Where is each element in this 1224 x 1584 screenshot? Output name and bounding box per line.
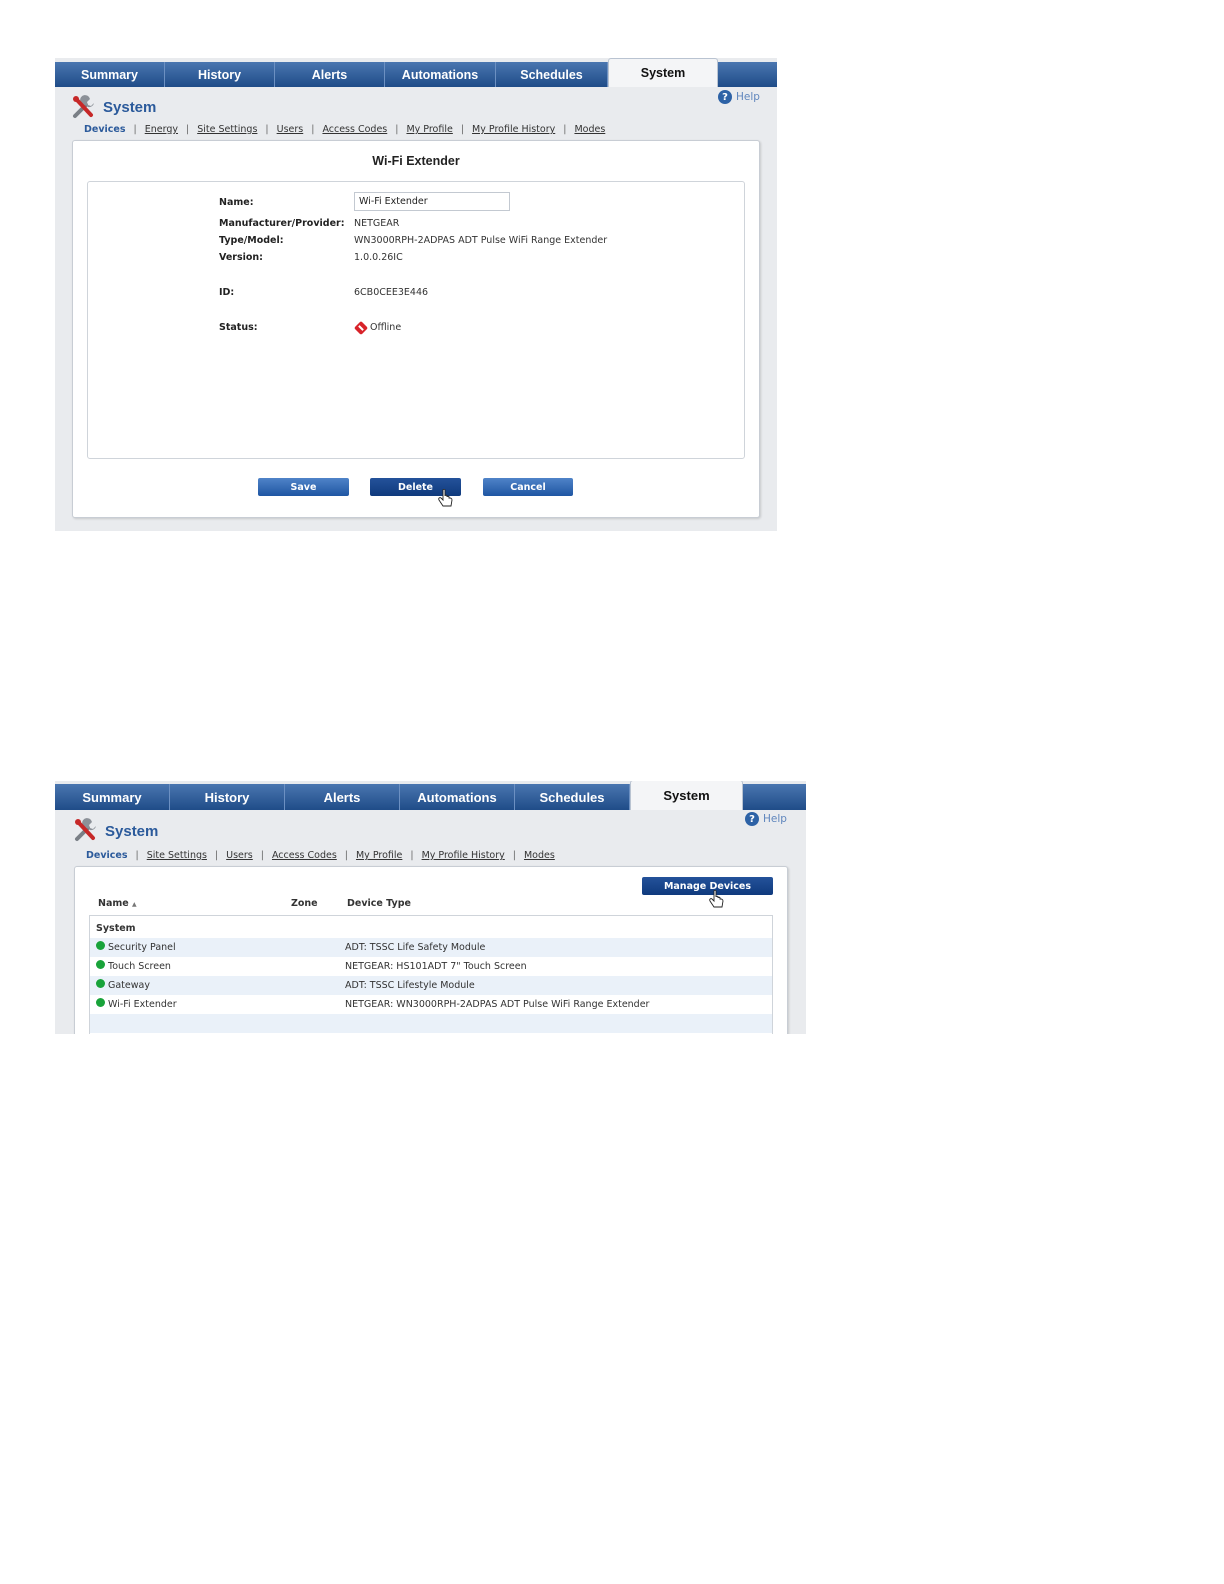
tab-history[interactable]: History — [170, 784, 285, 810]
table-row[interactable]: Security Panel ADT: TSSC Life Safety Mod… — [90, 938, 772, 957]
subnav-access-codes[interactable]: Access Codes — [322, 124, 387, 135]
tab-schedules[interactable]: Schedules — [496, 62, 608, 87]
subnav-users[interactable]: Users — [277, 124, 304, 135]
version-value: 1.0.0.26IC — [354, 252, 403, 263]
manufacturer-value: NETGEAR — [354, 218, 400, 229]
device-name-input[interactable] — [354, 192, 510, 211]
subnav-users[interactable]: Users — [226, 850, 253, 861]
type-label: Type/Model: — [219, 235, 284, 246]
manage-devices-button[interactable]: Manage Devices — [642, 877, 773, 895]
group-system-label: System — [96, 923, 136, 934]
device-list-panel: Manage Devices Name ▲ Zone Device Type S… — [74, 866, 788, 1034]
device-info-box: Name: Manufacturer/Provider: NETGEAR Typ… — [87, 181, 745, 459]
id-value: 6CB0CEE3E446 — [354, 287, 429, 298]
tab-automations[interactable]: Automations — [385, 62, 496, 87]
column-device-type-header[interactable]: Device Type — [347, 898, 411, 909]
name-label: Name: — [219, 197, 254, 208]
tab-summary[interactable]: Summary — [55, 784, 170, 810]
tab-schedules[interactable]: Schedules — [515, 784, 630, 810]
cancel-button[interactable]: Cancel — [483, 478, 573, 496]
version-label: Version: — [219, 252, 263, 263]
hand-cursor-icon — [709, 890, 724, 908]
status-label: Status: — [219, 322, 258, 333]
save-button[interactable]: Save — [258, 478, 349, 496]
device-table: System Security Panel ADT: TSSC Life Saf… — [89, 915, 773, 1034]
page-title: System — [105, 823, 159, 840]
tab-alerts[interactable]: Alerts — [275, 62, 385, 87]
status-value: Offline — [370, 322, 402, 333]
subnav-my-profile-history[interactable]: My Profile History — [422, 850, 505, 861]
help-link[interactable]: ? Help — [718, 90, 760, 104]
tab-alerts[interactable]: Alerts — [285, 784, 400, 810]
device-detail-panel: Wi-Fi Extender Name: Manufacturer/Provid… — [72, 140, 760, 518]
tab-summary[interactable]: Summary — [55, 62, 165, 87]
main-tab-bar: Summary History Alerts Automations Sched… — [55, 781, 806, 810]
tools-icon — [75, 818, 96, 841]
tab-system[interactable]: System — [630, 781, 743, 810]
device-detail-screenshot: Summary History Alerts Automations Sched… — [55, 58, 777, 531]
system-subnav: Devices | Energy | Site Settings | Users… — [84, 124, 606, 135]
table-row[interactable]: Wi-Fi Extender NETGEAR: WN3000RPH-2ADPAS… — [90, 995, 772, 1014]
id-label: ID: — [219, 287, 235, 298]
subnav-devices[interactable]: Devices — [86, 850, 128, 861]
help-icon: ? — [718, 90, 732, 104]
table-row-empty — [90, 1014, 772, 1033]
subnav-site-settings[interactable]: Site Settings — [197, 124, 257, 135]
tab-system[interactable]: System — [608, 58, 718, 87]
online-status-icon — [96, 979, 105, 988]
page-title: System — [103, 99, 157, 116]
device-list-screenshot: Summary History Alerts Automations Sched… — [55, 781, 806, 1034]
online-status-icon — [96, 941, 105, 950]
device-title: Wi-Fi Extender — [372, 154, 460, 168]
tab-automations[interactable]: Automations — [400, 784, 515, 810]
table-row[interactable]: Gateway ADT: TSSC Lifestyle Module — [90, 976, 772, 995]
table-row[interactable]: Touch Screen NETGEAR: HS101ADT 7" Touch … — [90, 957, 772, 976]
sort-ascending-icon: ▲ — [132, 901, 137, 908]
online-status-icon — [96, 998, 105, 1007]
type-value: WN3000RPH-2ADPAS ADT Pulse WiFi Range Ex… — [354, 235, 608, 246]
offline-status-icon — [353, 320, 369, 336]
column-name-header[interactable]: Name ▲ — [98, 898, 137, 909]
help-icon: ? — [745, 812, 759, 826]
help-link[interactable]: ? Help — [745, 812, 787, 826]
subnav-my-profile[interactable]: My Profile — [356, 850, 402, 861]
subnav-site-settings[interactable]: Site Settings — [147, 850, 207, 861]
tools-icon — [73, 95, 94, 118]
subnav-modes[interactable]: Modes — [574, 124, 605, 135]
main-tab-bar: Summary History Alerts Automations Sched… — [55, 58, 777, 87]
subnav-my-profile[interactable]: My Profile — [406, 124, 452, 135]
column-zone-header[interactable]: Zone — [291, 898, 318, 909]
subnav-energy[interactable]: Energy — [145, 124, 178, 135]
manufacturer-label: Manufacturer/Provider: — [219, 218, 345, 229]
tab-history[interactable]: History — [165, 62, 275, 87]
subnav-my-profile-history[interactable]: My Profile History — [472, 124, 555, 135]
hand-cursor-icon — [438, 489, 453, 507]
subnav-access-codes[interactable]: Access Codes — [272, 850, 337, 861]
subnav-devices[interactable]: Devices — [84, 124, 126, 135]
online-status-icon — [96, 960, 105, 969]
system-subnav: Devices | Site Settings | Users | Access… — [86, 850, 555, 861]
subnav-modes[interactable]: Modes — [524, 850, 555, 861]
